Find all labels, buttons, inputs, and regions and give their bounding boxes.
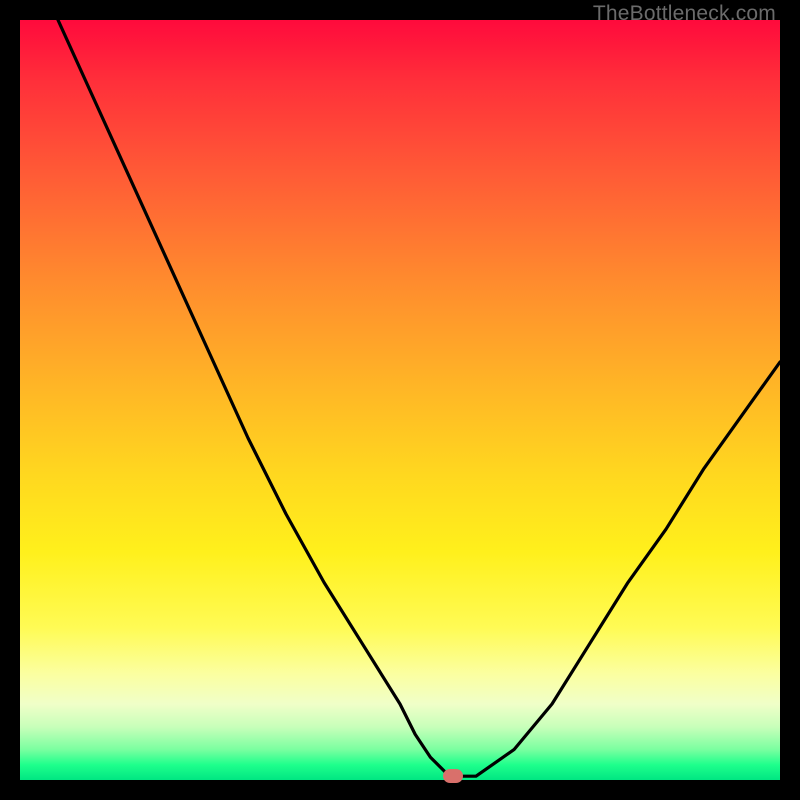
chart-background-gradient <box>20 20 780 780</box>
optimal-point-marker <box>443 769 463 783</box>
chart-frame <box>20 20 780 780</box>
